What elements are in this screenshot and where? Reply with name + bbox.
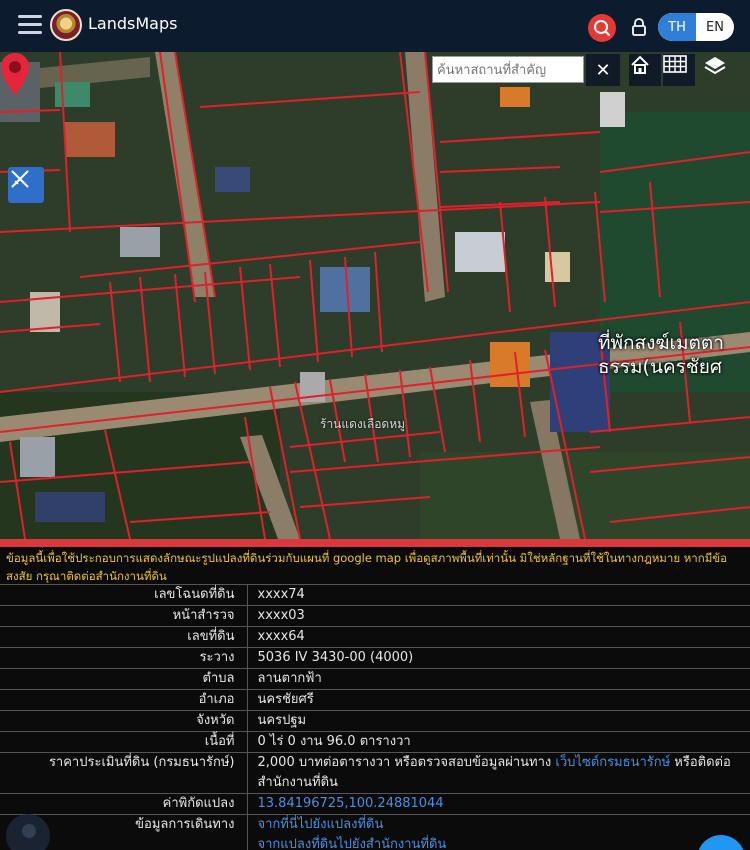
home-icon (631, 55, 649, 74)
menu-icon[interactable] (18, 15, 42, 35)
landsmaps-app: LandsMaps TH EN ค้นหาสถานที่สำคัญ ✕ ที่พ… (0, 0, 750, 850)
ruler-pencil-icon (11, 170, 29, 188)
row-label: หน้าสำรวจ (0, 605, 248, 627)
table-row: เลขโฉนดที่ดิน xxxx74 (0, 584, 750, 606)
price-text: 2,000 บาทต่อตารางวา หรือตรวจสอบข้อมูลผ่า… (257, 755, 556, 770)
row-value: นครปฐม (247, 710, 750, 732)
table-row-coordinates: ค่าพิกัดแปลง 13.84196725,100.24881044 (0, 793, 750, 815)
treasury-website-link[interactable]: เว็บไซต์กรมธนารักษ์ (555, 755, 670, 770)
table-row-travel: ข้อมูลการเดินทาง จากที่นี่ไปยังแปลงที่ดิน… (0, 814, 750, 850)
directions-to-office-link[interactable]: จากแปลงที่ดินไปยังสำนักงานที่ดิน (258, 835, 750, 850)
lang-en-button[interactable]: EN (696, 13, 734, 41)
row-label: ระวาง (0, 647, 248, 669)
place-search-input[interactable] (432, 56, 584, 83)
table-row: อำเภอ นครชัยศรี (0, 689, 750, 711)
table-row: เลขที่ดิน xxxx64 (0, 626, 750, 648)
row-value: xxxx03 (247, 605, 750, 627)
close-icon: ✕ (595, 59, 611, 81)
layers-button[interactable] (703, 54, 735, 86)
table-row: ตำบล ลานตากฟ้า (0, 668, 750, 690)
parcel-label: ร้านแดงเลือดหมู (320, 417, 406, 431)
location-marker-icon[interactable] (0, 52, 30, 96)
row-value: 5036 IV 3430-00 (4000) (247, 647, 750, 669)
top-bar: LandsMaps TH EN (0, 0, 750, 52)
grid-button[interactable] (663, 54, 695, 86)
satellite-map[interactable]: ✕ (0, 52, 750, 539)
coordinates-label: ค่าพิกัดแปลง (0, 793, 248, 815)
clear-search-button[interactable]: ✕ (586, 54, 620, 86)
table-row-price: ราคาประเมินที่ดิน (กรมธนารักษ์) 2,000 บาท… (0, 752, 750, 794)
row-label: อำเภอ (0, 689, 248, 711)
row-label: เนื้อที่ (0, 731, 248, 753)
place-label-line1: ที่พักสงฆ์เมตตา (598, 332, 724, 354)
disclaimer-text: ข้อมูลนี้เพื่อใช้ประกอบการแสดงลักษณะรูปแ… (6, 551, 728, 583)
panel-divider (0, 539, 750, 547)
coordinates-link[interactable]: 13.84196725,100.24881044 (258, 796, 444, 811)
parcel-details-table: เลขโฉนดที่ดิน xxxx74 หน้าสำรวจ xxxx03 เลขที่… (0, 584, 750, 850)
info-fab[interactable] (6, 814, 50, 850)
search-button[interactable] (588, 14, 616, 42)
row-label: จังหวัด (0, 710, 248, 732)
layers-icon (704, 57, 726, 75)
table-row: จังหวัด นครปฐม (0, 710, 750, 732)
place-label: ที่พักสงฆ์เมตตา ธรรม(นครชัยศ (598, 331, 724, 379)
table-row: หน้าสำรวจ xxxx03 (0, 605, 750, 627)
row-value: 0 ไร่ 0 งาน 96.0 ตารางวา (247, 731, 750, 753)
department-seal-logo (50, 9, 82, 41)
table-row: เนื้อที่ 0 ไร่ 0 งาน 96.0 ตารางวา (0, 731, 750, 753)
row-value: ลานตากฟ้า (247, 668, 750, 690)
row-value: นครชัยศรี (247, 689, 750, 711)
info-icon (22, 824, 36, 838)
directions-to-parcel-link[interactable]: จากที่นี่ไปยังแปลงที่ดิน (258, 815, 750, 835)
measure-tool-button[interactable] (8, 167, 44, 203)
row-value: xxxx74 (247, 584, 750, 606)
search-icon (594, 20, 611, 37)
row-label: เลขที่ดิน (0, 626, 248, 648)
language-toggle[interactable]: TH EN (658, 13, 734, 41)
price-label: ราคาประเมินที่ดิน (กรมธนารักษ์) (0, 752, 248, 794)
row-label: ตำบล (0, 668, 248, 690)
row-value: xxxx64 (247, 626, 750, 648)
place-label-line2: ธรรม(นครชัยศ (598, 356, 722, 378)
row-label: เลขโฉนดที่ดิน (0, 584, 248, 606)
map-imagery (0, 52, 750, 539)
home-button[interactable] (629, 54, 661, 86)
lang-th-button[interactable]: TH (658, 13, 696, 41)
grid-icon (663, 55, 687, 73)
price-value: 2,000 บาทต่อตารางวา หรือตรวจสอบข้อมูลผ่า… (247, 752, 750, 794)
app-title: LandsMaps (88, 14, 178, 33)
table-row: ระวาง 5036 IV 3430-00 (4000) (0, 647, 750, 669)
lock-icon[interactable] (630, 17, 648, 37)
